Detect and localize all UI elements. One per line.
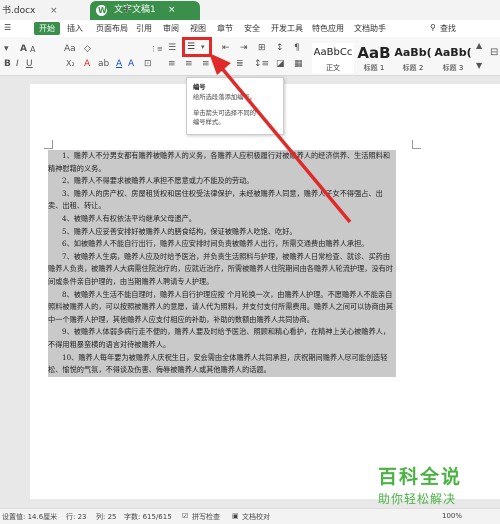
arrow-shaft [218, 64, 352, 224]
annotation-arrow [209, 53, 352, 224]
status-line: 行: 23 [66, 513, 87, 521]
watermark-subtitle: 助你轻松解决 [378, 492, 457, 506]
watermark-title: 百科全说 [378, 466, 463, 488]
proofread-icon[interactable]: ▣ [232, 512, 239, 520]
status-position: 设置值: 14.6厘米 [2, 513, 58, 521]
proofread-button[interactable]: 文档校对 [242, 512, 270, 522]
spellcheck-icon[interactable]: ☑ [182, 512, 188, 520]
zoom-level[interactable]: 100% [442, 512, 462, 520]
status-word-count[interactable]: 字数: 615/615 [124, 512, 172, 522]
status-column: 列: 25 [96, 513, 117, 521]
arrow-head [209, 53, 231, 75]
status-bar: 设置值: 14.6厘米 行: 23 列: 25 字数: 615/615 ☑ 拼写… [0, 508, 500, 524]
spellcheck-button[interactable]: 拼写检查 [192, 512, 220, 522]
